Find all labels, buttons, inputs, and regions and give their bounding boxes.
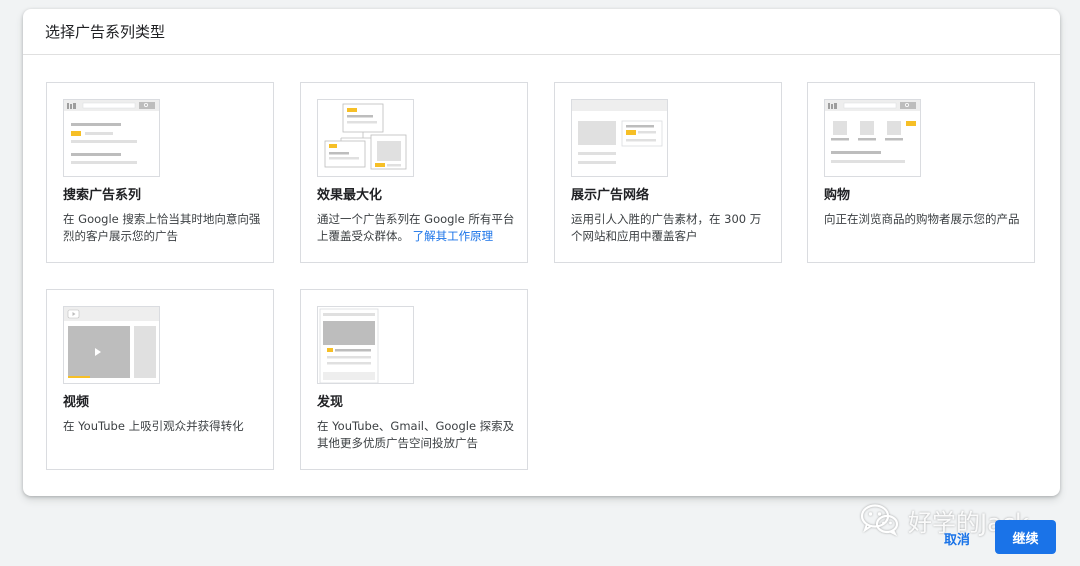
discovery-campaign-illustration (317, 306, 414, 384)
card-description: 运用引人入胜的广告素材，在 300 万个网站和应用中覆盖客户 (571, 212, 762, 243)
campaign-card-search[interactable]: 搜索广告系列 在 Google 搜索上恰当其时地向意向强烈的客户展示您的广告 (46, 82, 274, 263)
card-title: 视频 (63, 395, 90, 410)
card-title: 发现 (317, 395, 344, 410)
campaign-card-discovery[interactable]: 发现 在 YouTube、Gmail、Google 探索及其他更多优质广告空间投… (300, 289, 528, 470)
campaign-card-display[interactable]: 展示广告网络 运用引人入胜的广告素材，在 300 万个网站和应用中覆盖客户 (554, 82, 782, 263)
dialog-header: 选择广告系列类型 (23, 9, 1060, 55)
card-description: 在 YouTube、Gmail、Google 探索及其他更多优质广告空间投放广告 (317, 419, 515, 450)
card-title: 效果最大化 (317, 188, 383, 203)
campaign-card-performance-max[interactable]: 效果最大化 通过一个广告系列在 Google 所有平台上覆盖受众群体。 了解其工… (300, 82, 528, 263)
performance-max-illustration (317, 99, 414, 177)
card-title: 展示广告网络 (571, 188, 650, 203)
cancel-button[interactable]: 取消 (932, 522, 982, 554)
continue-button[interactable]: 继续 (995, 520, 1056, 554)
card-description: 通过一个广告系列在 Google 所有平台上覆盖受众群体。 了解其工作原理 (317, 212, 515, 243)
video-campaign-illustration (63, 306, 160, 384)
card-description: 在 YouTube 上吸引观众并获得转化 (63, 419, 244, 433)
campaign-card-shopping[interactable]: 购物 向正在浏览商品的购物者展示您的产品 (807, 82, 1035, 263)
card-description: 在 Google 搜索上恰当其时地向意向强烈的客户展示您的广告 (63, 212, 261, 243)
learn-how-it-works-link[interactable]: 了解其工作原理 (413, 229, 494, 243)
shopping-campaign-illustration (824, 99, 921, 177)
display-campaign-illustration (571, 99, 668, 177)
card-title: 购物 (824, 188, 851, 203)
dialog-title: 选择广告系列类型 (45, 23, 166, 41)
search-campaign-illustration (63, 99, 160, 177)
card-description: 向正在浏览商品的购物者展示您的产品 (824, 212, 1020, 226)
campaign-card-video[interactable]: 视频 在 YouTube 上吸引观众并获得转化 (46, 289, 274, 470)
card-title: 搜索广告系列 (63, 188, 142, 203)
wechat-icon (860, 504, 899, 536)
